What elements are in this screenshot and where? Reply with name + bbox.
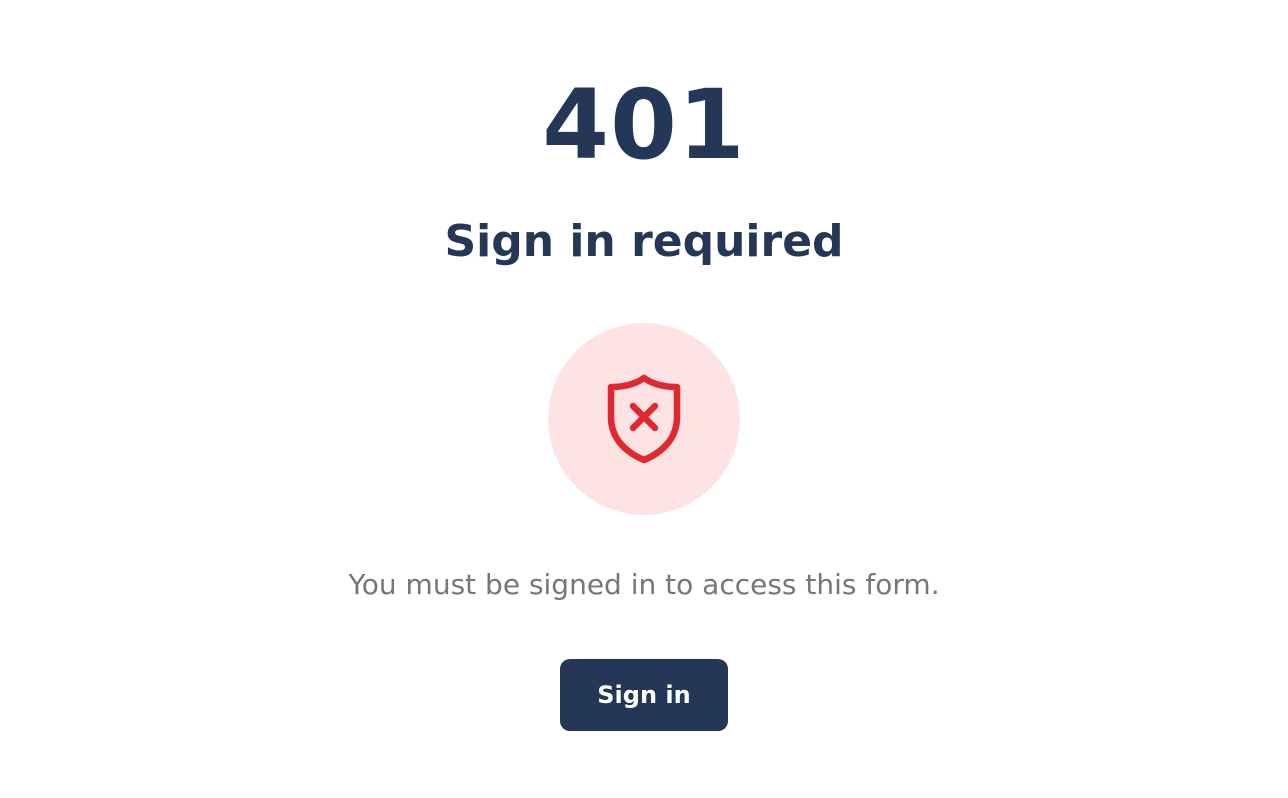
error-page: 401 Sign in required You must be signed … (0, 0, 1288, 798)
sign-in-button[interactable]: Sign in (560, 659, 728, 731)
error-code: 401 (542, 69, 746, 181)
icon-badge (548, 323, 740, 515)
error-message: You must be signed in to access this for… (348, 568, 940, 601)
page-title: Sign in required (444, 216, 844, 267)
shield-x-icon (607, 374, 681, 464)
